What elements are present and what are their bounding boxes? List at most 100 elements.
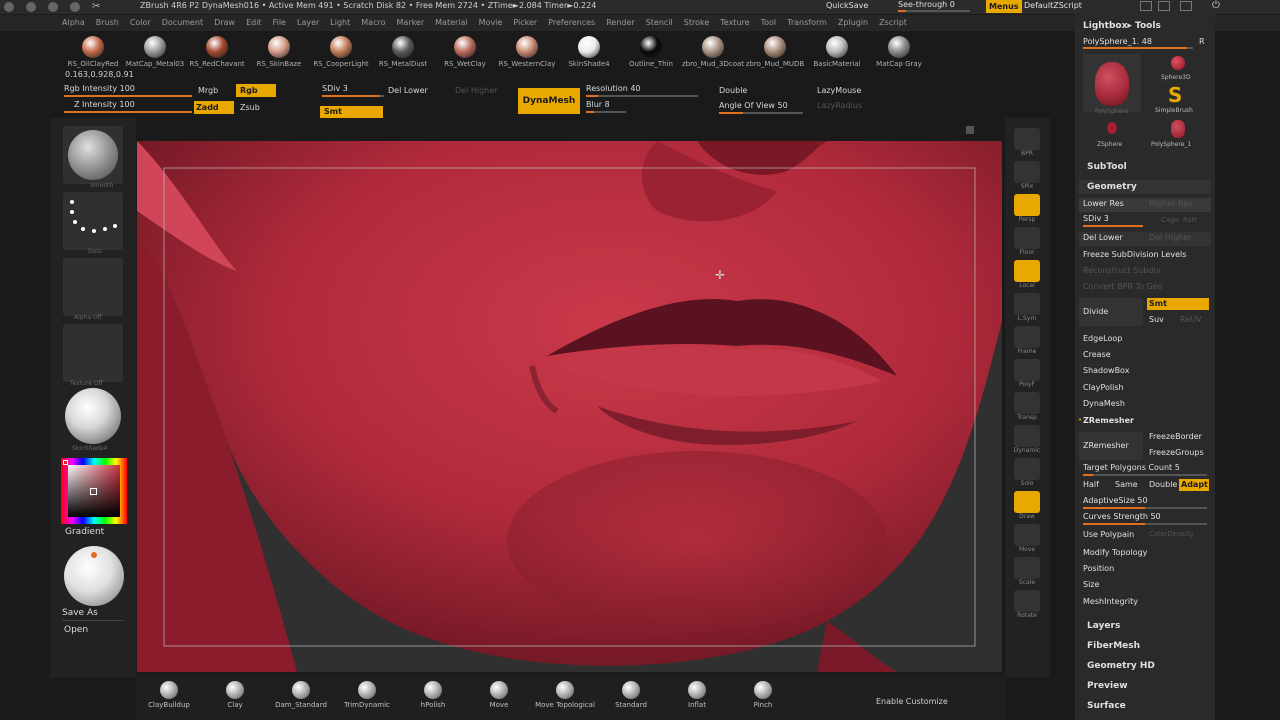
polysphere-icon[interactable] [1171,120,1185,138]
layout-icon[interactable] [1158,1,1170,11]
sdiv-slider[interactable]: SDiv 3 [322,84,348,93]
gradient-button[interactable]: Gradient [65,527,104,537]
zsub-button[interactable]: Zsub [240,103,260,112]
brush-inflat[interactable]: Inflat [664,681,730,709]
brush-claybuildup[interactable]: ClayBuildup [136,681,202,709]
alpha-thumbnail[interactable] [63,258,123,316]
menu-item-edit[interactable]: Edit [246,15,262,31]
target-polygons-slider[interactable]: Target Polygons Count 5 [1083,463,1180,472]
menu-item-picker[interactable]: Picker [513,15,537,31]
material-swatch[interactable]: MatCap Gray [868,36,930,68]
menus-button[interactable]: Menus [986,0,1022,13]
menu-item-movie[interactable]: Movie [479,15,503,31]
fibermesh-header[interactable]: FiberMesh [1087,641,1140,651]
subtool-header[interactable]: SubTool [1087,162,1127,172]
rgb-intensity-slider[interactable]: Rgb Intensity 100 [64,84,135,93]
r-button[interactable]: R [1199,37,1205,46]
divide-button[interactable]: Divide [1079,298,1143,326]
layout-icon[interactable] [1180,1,1192,11]
wrench-icon[interactable]: ✂ [92,1,106,13]
dynamic-button[interactable]: Dynamic [1013,425,1041,454]
crease-section[interactable]: Crease [1083,350,1111,359]
minimize-icon[interactable] [26,2,36,12]
rotate-button[interactable]: Rotate [1013,590,1041,619]
dynamesh-section[interactable]: DynaMesh [1083,399,1125,408]
freeze-subdivision-button[interactable]: Freeze SubDivision Levels [1083,250,1186,259]
help-icon[interactable] [70,2,80,12]
material-swatch[interactable]: zbro_Mud_MUDB [744,36,806,68]
claypolish-section[interactable]: ClayPolish [1083,383,1124,392]
layers-header[interactable]: Layers [1087,621,1120,631]
smt-toggle[interactable]: Smt [1147,298,1209,310]
polyf-button[interactable]: PolyF [1013,359,1041,388]
open-button[interactable]: Open [64,625,88,635]
material-swatch[interactable]: RS_OilClayRed [62,36,124,68]
menu-item-color[interactable]: Color [130,15,151,31]
local-button[interactable]: Local [1013,260,1041,289]
menu-item-document[interactable]: Document [162,15,203,31]
menu-item-material[interactable]: Material [435,15,468,31]
material-swatch[interactable]: MatCap_Metal03 [124,36,186,68]
simplebrush-icon[interactable]: S [1168,84,1186,106]
lsym-button[interactable]: L.Sym [1013,293,1041,322]
menu-item-layer[interactable]: Layer [297,15,319,31]
dynamesh-button[interactable]: DynaMesh [518,88,580,114]
spix-button[interactable]: SPix [1013,161,1041,190]
same-button[interactable]: Same [1115,480,1138,489]
menu-item-tool[interactable]: Tool [761,15,777,31]
menu-item-draw[interactable]: Draw [214,15,235,31]
polysphere-slider[interactable]: PolySphere_1. 48 [1083,37,1152,46]
double-button[interactable]: Double [719,86,747,95]
brush-trimdynamic[interactable]: TrimDynamic [334,681,400,709]
geometry-hd-header[interactable]: Geometry HD [1087,661,1155,671]
material-swatch[interactable]: SkinShade4 [558,36,620,68]
draw-button[interactable]: Draw [1013,491,1041,520]
brush-hpolish[interactable]: hPolish [400,681,466,709]
modify-topology-section[interactable]: Modify Topology [1083,548,1147,557]
use-polypaint-toggle[interactable]: Use Polypain [1083,530,1134,539]
solo-button[interactable]: Solo [1013,458,1041,487]
zadd-button[interactable]: Zadd [194,101,234,114]
material-swatch[interactable]: RS_WesternClay [496,36,558,68]
move-button[interactable]: Move [1013,524,1041,553]
material-swatch[interactable]: RS_MetalDust [372,36,434,68]
menu-item-zscript[interactable]: Zscript [879,15,907,31]
curves-strength-slider[interactable]: Curves Strength 50 [1083,512,1161,521]
rgb-button[interactable]: Rgb [236,84,276,97]
see-through-slider[interactable]: See-through 0 [898,0,955,9]
menu-item-stencil[interactable]: Stencil [646,15,673,31]
scale-button[interactable]: Scale [1013,557,1041,586]
persp-button[interactable]: Persp [1013,194,1041,223]
preview-header[interactable]: Preview [1087,681,1128,691]
del-lower-button[interactable]: Del Lower [388,86,428,95]
material-swatch[interactable]: RS_CooperLight [310,36,372,68]
main-color-swatch[interactable] [63,460,68,465]
menu-item-preferences[interactable]: Preferences [548,15,595,31]
quicksave-button[interactable]: QuickSave [826,1,868,10]
texture-thumbnail[interactable] [63,324,123,382]
brush-move-topological[interactable]: Move Topological [532,681,598,709]
brush-standard[interactable]: Standard [598,681,664,709]
menu-item-light[interactable]: Light [330,15,350,31]
brush-thumbnail[interactable] [63,126,123,184]
layout-icon[interactable] [1140,1,1152,11]
double-button[interactable]: Double [1149,480,1177,489]
material-swatch[interactable]: RS_SkinBaze [248,36,310,68]
menu-item-macro[interactable]: Macro [361,15,385,31]
maximize-icon[interactable] [48,2,58,12]
brush-move[interactable]: Move [466,681,532,709]
transp-button[interactable]: Transp [1013,392,1041,421]
suv-toggle[interactable]: Suv [1149,315,1164,324]
meshintegrity-section[interactable]: MeshIntegrity [1083,597,1138,606]
brush-pinch[interactable]: Pinch [730,681,796,709]
material-swatch[interactable]: Outline_Thin [620,36,682,68]
resolution-slider[interactable]: Resolution 40 [586,84,641,93]
material-swatch[interactable]: zbro_Mud_3Dcoat [682,36,744,68]
edgeloop-section[interactable]: EdgeLoop [1083,334,1122,343]
menu-item-transform[interactable]: Transform [787,15,827,31]
position-section[interactable]: Position [1083,564,1114,573]
shadowbox-section[interactable]: ShadowBox [1083,366,1129,375]
canvas-resize-handle[interactable] [966,126,974,134]
sphere3d-icon[interactable] [1171,56,1185,70]
current-tool-thumbnail[interactable] [1083,54,1141,112]
